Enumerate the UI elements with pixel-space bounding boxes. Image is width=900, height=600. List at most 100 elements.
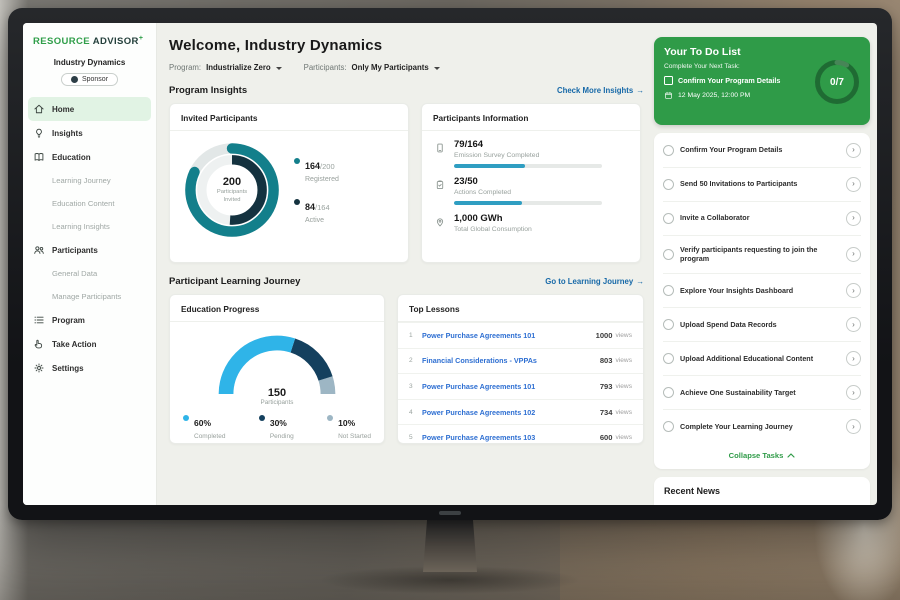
section-title: Program Insights: [169, 85, 247, 96]
insights-cards-row: Invited Participants 200: [169, 103, 644, 263]
checkbox-circle-icon[interactable]: [663, 179, 674, 190]
task-row[interactable]: Upload Spend Data Records ›: [663, 308, 861, 342]
check-more-insights-link[interactable]: Check More Insights →: [557, 86, 644, 95]
program-insights-header: Program Insights Check More Insights →: [169, 85, 644, 96]
lesson-link[interactable]: Financial Considerations - VPPAs: [422, 356, 600, 365]
filters: Program: Industrialize Zero Participants…: [169, 63, 644, 72]
hand-icon: [33, 338, 45, 350]
lesson-row: 2 Financial Considerations - VPPAs 803 v…: [398, 348, 643, 374]
arrow-right-icon: →: [636, 277, 644, 286]
task-row[interactable]: Explore Your Insights Dashboard ›: [663, 274, 861, 308]
todo-task-list: Confirm Your Program Details › Send 50 I…: [654, 133, 870, 469]
education-gauge-chart: 150 Participants: [209, 326, 345, 408]
legend-dot: [294, 199, 300, 205]
sidebar-item-education[interactable]: Education: [23, 145, 156, 169]
checkbox-circle-icon[interactable]: [663, 213, 674, 224]
sidebar-item-program[interactable]: Program: [23, 308, 156, 332]
checkbox-circle-icon[interactable]: [663, 145, 674, 156]
chevron-right-icon[interactable]: ›: [846, 283, 861, 298]
task-row[interactable]: Invite a Collaborator ›: [663, 202, 861, 236]
program-filter-dropdown[interactable]: Program: Industrialize Zero: [169, 63, 282, 72]
card-title: Participants Information: [422, 104, 640, 131]
chevron-right-icon[interactable]: ›: [846, 247, 861, 262]
sidebar-item-learning-journey[interactable]: Learning Journey: [23, 169, 156, 192]
lesson-row: 3 Power Purchase Agreements 101 793 view…: [398, 373, 643, 399]
card-title: Invited Participants: [170, 104, 408, 131]
lesson-link[interactable]: Power Purchase Agreements 101: [422, 331, 596, 340]
todo-due-date: 12 May 2025, 12:00 PM: [664, 91, 806, 100]
sidebar-item-manage-participants[interactable]: Manage Participants: [23, 285, 156, 308]
page-title: Welcome, Industry Dynamics: [169, 37, 644, 54]
legend-item-active: 84/164 Active: [294, 197, 339, 224]
education-progress-card: Education Progress 150 Participants: [169, 294, 385, 444]
invited-donut-chart: 200 Participants Invited: [180, 138, 284, 242]
checkbox-circle-icon[interactable]: [663, 319, 674, 330]
stat-global-consumption: 1,000 GWh Total Global Consumption: [422, 205, 640, 233]
todo-progress-value: 0/7: [813, 58, 861, 106]
todo-next-task[interactable]: Confirm Your Program Details: [664, 76, 806, 85]
arrow-right-icon: →: [636, 86, 644, 95]
sponsor-badge[interactable]: Sponsor: [61, 73, 118, 86]
donut-center-label: Participants Invited: [211, 189, 253, 204]
recent-news-title: Recent News: [664, 486, 860, 496]
chevron-down-icon: [276, 67, 282, 70]
desk-scene: RESOURCE ADVISOR+ Industry Dynamics Spon…: [0, 0, 900, 600]
card-title: Top Lessons: [398, 295, 643, 322]
checkbox-circle-icon[interactable]: [663, 285, 674, 296]
main-content: Welcome, Industry Dynamics Program: Indu…: [157, 23, 654, 505]
screen: RESOURCE ADVISOR+ Industry Dynamics Spon…: [23, 23, 877, 505]
chevron-right-icon[interactable]: ›: [846, 317, 861, 332]
people-icon: [33, 244, 45, 256]
participants-filter-dropdown[interactable]: Participants: Only My Participants: [304, 63, 440, 72]
checkbox-circle-icon[interactable]: [663, 421, 674, 432]
task-row[interactable]: Complete Your Learning Journey ›: [663, 410, 861, 443]
go-to-learning-journey-link[interactable]: Go to Learning Journey →: [545, 277, 644, 286]
chevron-right-icon[interactable]: ›: [846, 143, 861, 158]
collapse-tasks-link[interactable]: Collapse Tasks: [663, 443, 861, 468]
checkbox-circle-icon[interactable]: [663, 353, 674, 364]
learning-cards-row: Education Progress 150 Participants: [169, 294, 644, 444]
legend-item-pending: 30% Pending: [259, 413, 294, 440]
lesson-row: 1 Power Purchase Agreements 101 1000 vie…: [398, 322, 643, 348]
sponsor-label: Sponsor: [82, 76, 108, 83]
sidebar-item-settings[interactable]: Settings: [23, 356, 156, 380]
recent-news-card: Recent News: [654, 477, 870, 505]
chevron-right-icon[interactable]: ›: [846, 211, 861, 226]
legend-dot: [327, 415, 333, 421]
sidebar: RESOURCE ADVISOR+ Industry Dynamics Spon…: [23, 23, 157, 505]
checkbox-circle-icon[interactable]: [663, 249, 674, 260]
task-row[interactable]: Confirm Your Program Details ›: [663, 134, 861, 168]
todo-title: Your To Do List: [664, 46, 860, 58]
sidebar-item-participants[interactable]: Participants: [23, 238, 156, 262]
lesson-link[interactable]: Power Purchase Agreements 101: [422, 382, 600, 391]
lesson-row: 5 Power Purchase Agreements 103 600 view…: [398, 424, 643, 444]
lesson-link[interactable]: Power Purchase Agreements 102: [422, 408, 600, 417]
learning-journey-header: Participant Learning Journey Go to Learn…: [169, 276, 644, 287]
education-legend: 60% Completed 30% Pending: [170, 408, 384, 440]
chevron-right-icon[interactable]: ›: [846, 419, 861, 434]
sidebar-item-take-action[interactable]: Take Action: [23, 332, 156, 356]
sidebar-item-insights[interactable]: Insights: [23, 121, 156, 145]
clipboard-check-icon: [434, 178, 446, 190]
task-row[interactable]: Upload Additional Educational Content ›: [663, 342, 861, 376]
list-icon: [33, 314, 45, 326]
sidebar-item-home[interactable]: Home: [28, 97, 151, 121]
task-row[interactable]: Achieve One Sustainability Target ›: [663, 376, 861, 410]
sidebar-item-education-content[interactable]: Education Content: [23, 192, 156, 215]
gauge-center-value: 150: [209, 387, 345, 399]
sponsor-icon: [71, 76, 78, 83]
task-row[interactable]: Verify participants requesting to join t…: [663, 236, 861, 274]
checkbox-icon[interactable]: [664, 76, 673, 85]
participants-information-card: Participants Information 79/164 Emission…: [421, 103, 641, 263]
chevron-right-icon[interactable]: ›: [846, 177, 861, 192]
task-row[interactable]: Send 50 Invitations to Participants ›: [663, 168, 861, 202]
chevron-right-icon[interactable]: ›: [846, 351, 861, 366]
chevron-right-icon[interactable]: ›: [846, 385, 861, 400]
todo-panel: Your To Do List Complete Your Next Task:…: [654, 23, 877, 505]
sidebar-item-general-data[interactable]: General Data: [23, 262, 156, 285]
checkbox-circle-icon[interactable]: [663, 387, 674, 398]
sidebar-item-learning-insights[interactable]: Learning Insights: [23, 215, 156, 238]
legend-item-not-started: 10% Not Started: [327, 413, 371, 440]
lesson-link[interactable]: Power Purchase Agreements 103: [422, 433, 600, 442]
book-icon: [33, 151, 45, 163]
